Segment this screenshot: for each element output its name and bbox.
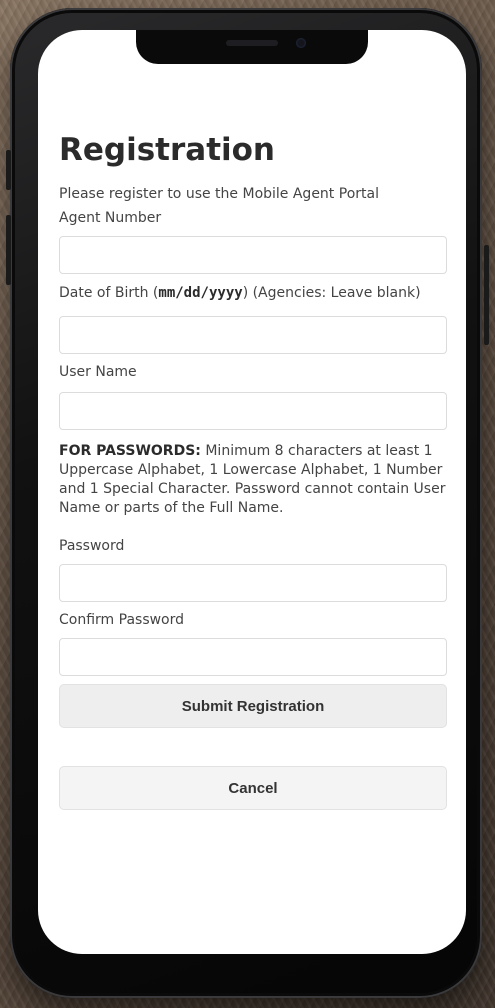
agent-number-input[interactable] <box>59 236 447 274</box>
camera-notch <box>136 30 368 64</box>
page-title: Registration <box>59 132 276 168</box>
registration-form: Registration Please register to use the … <box>59 130 447 810</box>
submit-registration-button[interactable]: Submit Registration <box>59 684 447 728</box>
password-requirements: FOR PASSWORDS: Minimum 8 characters at l… <box>59 442 447 518</box>
password-input[interactable] <box>59 564 447 602</box>
intro-text: Please register to use the Mobile Agent … <box>59 186 379 202</box>
dob-label-suffix: ) (Agencies: Leave blank) <box>242 285 421 301</box>
confirm-password-label: Confirm Password <box>59 612 185 628</box>
dob-label: Date of Birth (mm/dd/yyyy) (Agencies: Le… <box>59 284 447 303</box>
user-name-label: User Name <box>59 364 137 380</box>
dob-label-prefix: Date of Birth ( <box>59 285 159 301</box>
home-indicator <box>182 934 322 939</box>
user-name-input[interactable] <box>59 392 447 430</box>
cancel-button[interactable]: Cancel <box>59 766 447 810</box>
dob-format: mm/dd/yyyy <box>158 285 243 301</box>
agent-number-label: Agent Number <box>59 210 162 226</box>
mute-switch <box>6 150 11 190</box>
date-of-birth-input[interactable] <box>59 316 447 354</box>
volume-button <box>6 215 11 285</box>
password-label: Password <box>59 538 125 554</box>
password-requirements-heading: FOR PASSWORDS: <box>59 443 201 459</box>
phone-screen: Registration Please register to use the … <box>38 30 466 954</box>
confirm-password-input[interactable] <box>59 638 447 676</box>
power-button <box>484 245 489 345</box>
